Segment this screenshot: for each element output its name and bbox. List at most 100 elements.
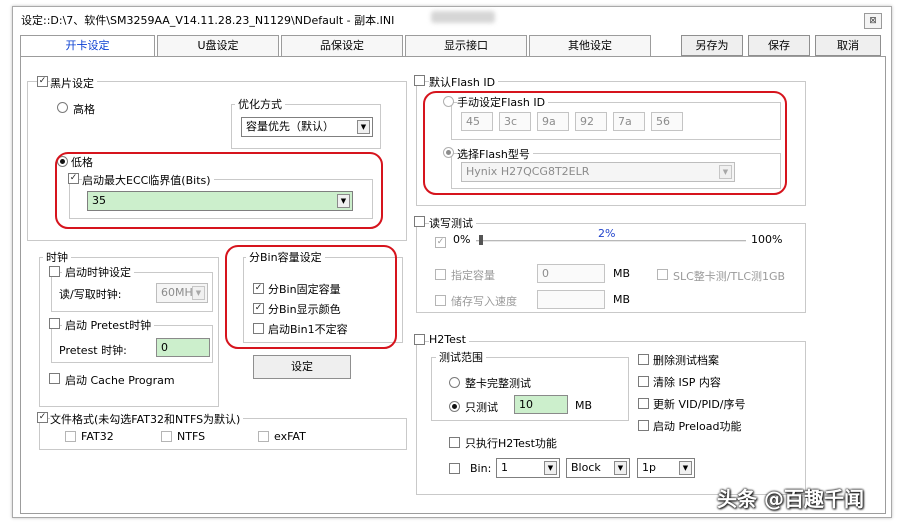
blurred-title-text xyxy=(431,11,495,23)
chevron-down-icon: ▼ xyxy=(679,461,692,475)
bin-filter-checkbox[interactable] xyxy=(449,463,460,474)
rw-test-label: 读写测试 xyxy=(429,215,476,231)
clear-isp-checkbox[interactable] xyxy=(638,376,649,387)
bin-fixed-capacity-checkbox[interactable]: ✓ xyxy=(253,283,264,294)
flash-id-byte-4[interactable]: 92 xyxy=(575,112,607,131)
pretest-checkbox[interactable] xyxy=(49,318,60,329)
delete-file-label: 删除测试档案 xyxy=(653,354,719,367)
bin-show-color-checkbox[interactable]: ✓ xyxy=(253,303,264,314)
select-flash-model-radio[interactable] xyxy=(443,147,454,158)
file-format-label: 文件格式(未勾选FAT32和NTFS为默认) xyxy=(50,411,244,427)
flash-id-byte-1[interactable]: 45 xyxy=(461,112,493,131)
fat32-label: FAT32 xyxy=(81,430,114,443)
only-test-radio[interactable] xyxy=(449,401,460,412)
ecc-select[interactable]: 35 ▼ xyxy=(87,191,353,211)
preload-label: 启动 Preload功能 xyxy=(653,420,742,433)
full-card-radio[interactable] xyxy=(449,377,460,388)
low-grade-radio[interactable] xyxy=(57,156,68,167)
close-button[interactable]: ⊠ xyxy=(864,13,882,29)
flash-id-byte-5[interactable]: 7a xyxy=(613,112,645,131)
bin-number-select[interactable]: 1 ▼ xyxy=(496,458,560,478)
tab-udisk-settings[interactable]: U盘设定 xyxy=(157,35,279,56)
rw-clock-select[interactable]: 60MHz ▼ xyxy=(156,283,208,303)
block-value: Block xyxy=(571,461,601,474)
tab-card-open-settings[interactable]: 开卡设定 xyxy=(20,35,155,56)
page-select[interactable]: 1p ▼ xyxy=(637,458,695,478)
save-as-button[interactable]: 另存为 xyxy=(681,35,743,56)
bin-filter-label: Bin: xyxy=(470,462,492,475)
save-button[interactable]: 保存 xyxy=(748,35,810,56)
tab-qa-settings[interactable]: 品保设定 xyxy=(281,35,403,56)
ntfs-checkbox[interactable] xyxy=(161,431,172,442)
preload-checkbox[interactable] xyxy=(638,420,649,431)
only-test-label: 只测试 xyxy=(465,401,498,414)
chevron-down-icon: ▼ xyxy=(337,194,350,208)
black-card-checkbox[interactable]: ✓ xyxy=(37,76,48,87)
fat32-checkbox[interactable] xyxy=(65,431,76,442)
cache-program-checkbox[interactable] xyxy=(49,373,60,384)
slider-thumb[interactable] xyxy=(479,235,484,245)
flash-id-byte-6[interactable]: 56 xyxy=(651,112,683,131)
bin-number-value: 1 xyxy=(501,461,508,474)
flash-id-byte-2[interactable]: 3c xyxy=(499,112,531,131)
capacity-input[interactable]: 0 xyxy=(537,264,605,283)
slc-checkbox[interactable] xyxy=(657,269,668,280)
chevron-down-icon: ▼ xyxy=(544,461,557,475)
bin-label: 分Bin容量设定 xyxy=(246,249,325,265)
flash-model-value: Hynix H27QCG8T2ELR xyxy=(466,165,590,178)
manual-flash-id-radio[interactable] xyxy=(443,96,454,107)
optimize-select[interactable]: 容量优先（默认） ▼ xyxy=(241,117,373,137)
low-grade-label: 低格 xyxy=(71,154,93,170)
clock-label: 时钟 xyxy=(43,249,71,265)
test-range-label: 测试范围 xyxy=(436,349,486,365)
only-test-unit: MB xyxy=(575,399,593,412)
bin1-unfixed-checkbox[interactable] xyxy=(253,323,264,334)
flash-model-select[interactable]: Hynix H27QCG8T2ELR ▼ xyxy=(461,162,735,182)
watermark: 头条 @百趣千闻 xyxy=(717,487,864,511)
flash-id-byte-3[interactable]: 9a xyxy=(537,112,569,131)
only-h2test-checkbox[interactable] xyxy=(449,437,460,448)
page-value: 1p xyxy=(642,461,656,474)
ecc-label: 启动最大ECC临界值(Bits) xyxy=(82,172,214,188)
setup-button[interactable]: 设定 xyxy=(253,355,351,379)
only-test-input[interactable]: 10 xyxy=(514,395,568,414)
block-select[interactable]: Block ▼ xyxy=(566,458,630,478)
slider-value-label: 2% xyxy=(598,227,616,240)
flash-id-checkbox[interactable] xyxy=(414,75,425,86)
pretest-clock-input[interactable]: 0 xyxy=(156,338,210,357)
chevron-down-icon: ▼ xyxy=(357,120,370,134)
chevron-down-icon: ▼ xyxy=(614,461,627,475)
h2test-checkbox[interactable] xyxy=(414,334,425,345)
capacity-unit: MB xyxy=(613,267,631,280)
capacity-checkbox[interactable] xyxy=(435,269,446,280)
update-vid-checkbox[interactable] xyxy=(638,398,649,409)
slider-max-label: 100% xyxy=(751,233,783,246)
rw-test-enable-checkbox[interactable]: ✓ xyxy=(435,237,446,248)
write-speed-checkbox[interactable] xyxy=(435,295,446,306)
full-card-label: 整卡完整测试 xyxy=(465,377,531,390)
ecc-checkbox[interactable]: ✓ xyxy=(68,173,79,184)
pretest-clock-label: Pretest 时钟: xyxy=(59,344,127,357)
chevron-down-icon: ▼ xyxy=(719,165,732,179)
flash-id-label: 默认Flash ID xyxy=(429,74,499,90)
ntfs-label: NTFS xyxy=(177,430,206,443)
enable-clock-checkbox[interactable] xyxy=(49,266,60,277)
settings-window: 设定::D:\7、软件\SM3259AA_V14.11.28.23_N1129\… xyxy=(12,6,892,518)
high-grade-radio[interactable] xyxy=(57,102,68,113)
file-format-checkbox[interactable]: ✓ xyxy=(37,412,48,423)
rw-test-checkbox[interactable] xyxy=(414,216,425,227)
optimize-select-value: 容量优先（默认） xyxy=(246,120,334,133)
rw-clock-label: 读/写取时钟: xyxy=(59,288,122,301)
rw-test-slider[interactable] xyxy=(476,240,746,242)
tab-display-interface[interactable]: 显示接口 xyxy=(405,35,527,56)
select-flash-model-label: 选择Flash型号 xyxy=(457,146,533,162)
exfat-checkbox[interactable] xyxy=(258,431,269,442)
tab-other-settings[interactable]: 其他设定 xyxy=(529,35,651,56)
cancel-button[interactable]: 取消 xyxy=(815,35,881,56)
delete-file-checkbox[interactable] xyxy=(638,354,649,365)
write-speed-unit: MB xyxy=(613,293,631,306)
bin-fixed-capacity-label: 分Bin固定容量 xyxy=(268,283,341,296)
capacity-label: 指定容量 xyxy=(451,269,495,282)
bin1-unfixed-label: 启动Bin1不定容 xyxy=(268,323,348,336)
write-speed-input[interactable] xyxy=(537,290,605,309)
